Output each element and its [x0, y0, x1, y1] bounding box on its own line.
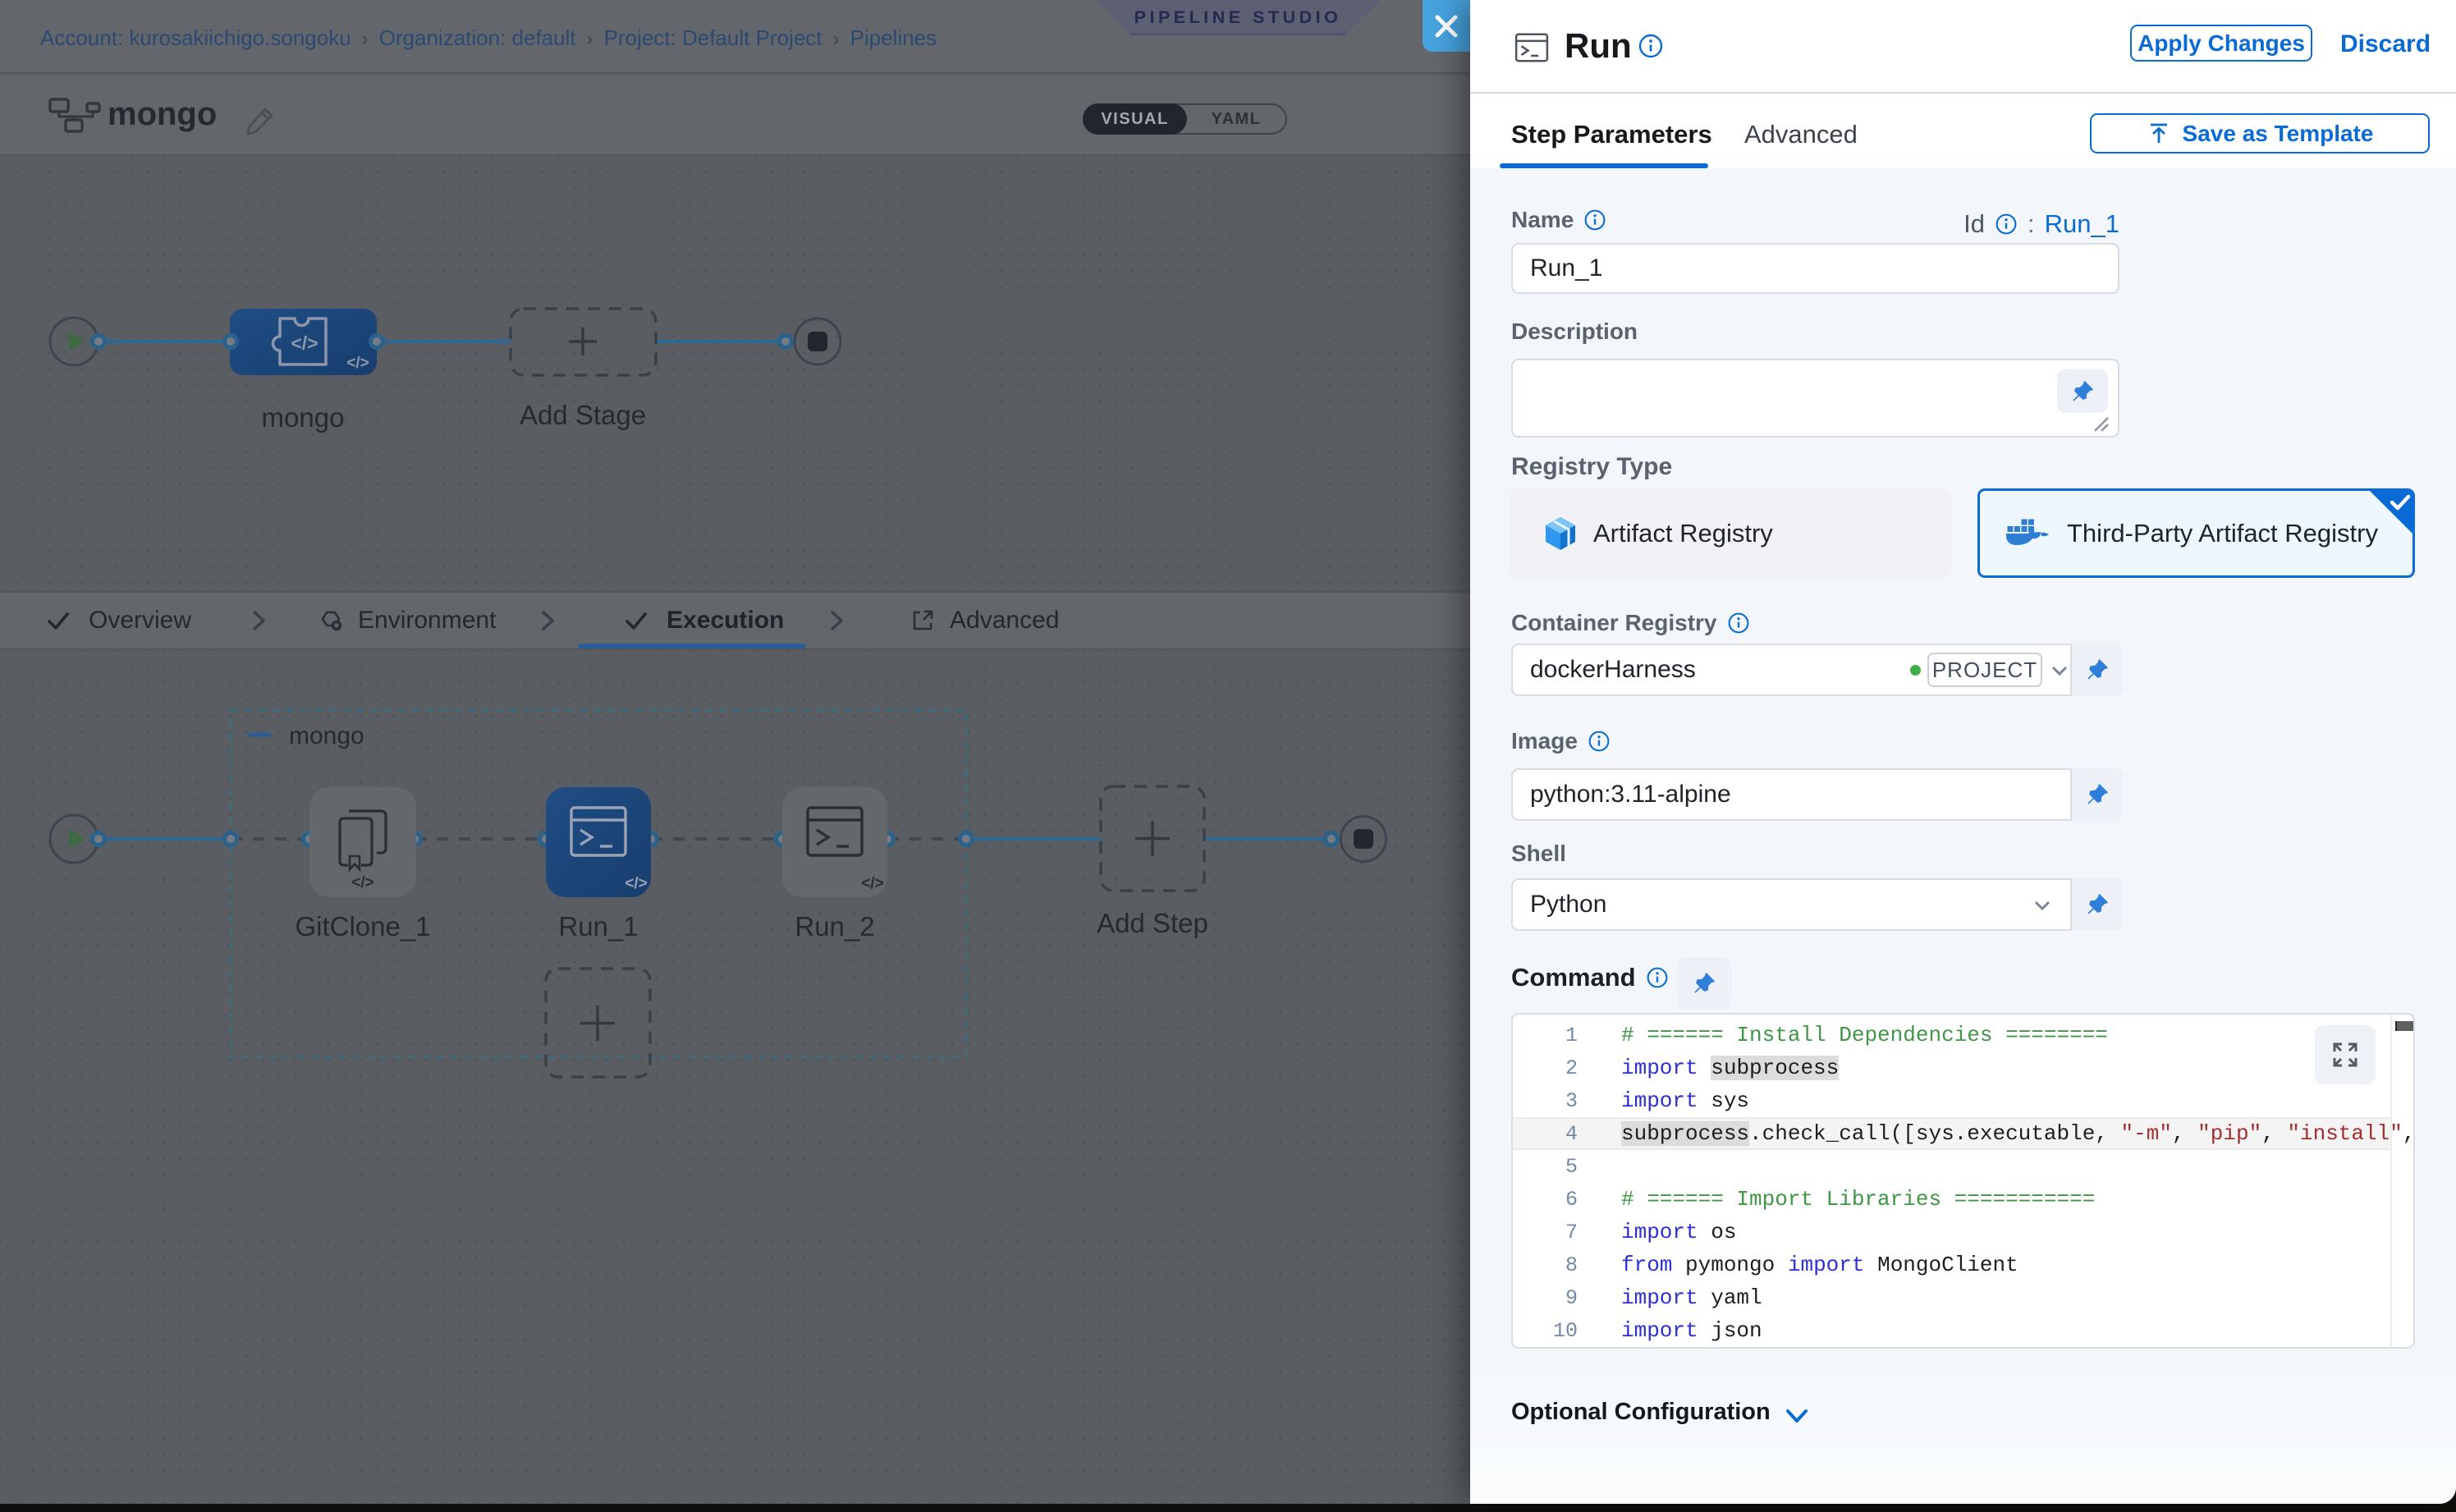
svg-text:</>: </>: [861, 875, 883, 892]
svg-text:</>: </>: [625, 875, 647, 892]
svg-text:</>: </>: [351, 874, 373, 891]
svg-text:</>: </>: [346, 355, 369, 372]
svg-text:</>: </>: [291, 332, 318, 354]
